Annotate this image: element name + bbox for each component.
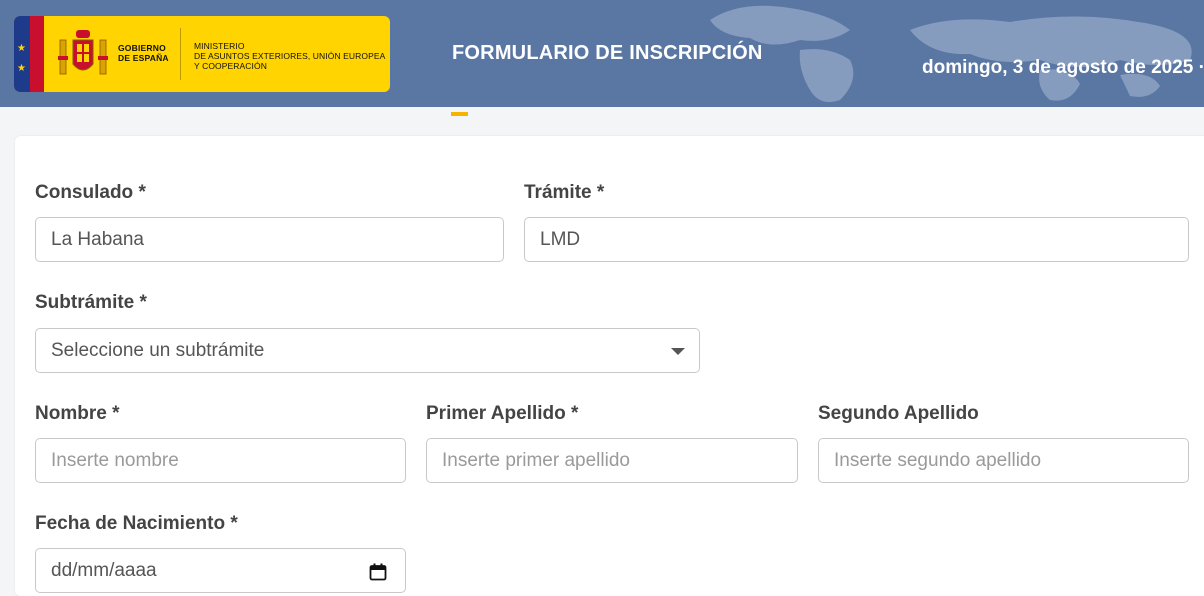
ministerio-line: Y COOPERACIÓN (194, 61, 267, 71)
gobierno-text: GOBIERNO DE ESPAÑA (118, 43, 169, 63)
segundo-apellido-label: Segundo Apellido (818, 403, 979, 424)
segundo-apellido-input[interactable]: Inserte segundo apellido (818, 438, 1189, 483)
coat-of-arms-icon (58, 30, 108, 75)
tramite-field[interactable]: LMD (524, 217, 1189, 262)
logo-divider (180, 28, 181, 80)
registration-form: Consulado * La Habana Trámite * LMD Subt… (15, 136, 1204, 596)
fecha-nacimiento-input[interactable]: dd/mm/aaaa (35, 548, 406, 593)
consulado-field[interactable]: La Habana (35, 217, 504, 262)
subtramite-selected-value: Seleccione un subtrámite (51, 340, 265, 361)
government-logo[interactable]: ★ ★ GOBIERNO DE ESPAÑA MINISTERIO DE ASU… (14, 16, 390, 92)
fecha-nacimiento-placeholder: dd/mm/aaaa (51, 560, 157, 581)
gobierno-line: GOBIERNO (118, 43, 166, 53)
ministerio-line: MINISTERIO (194, 41, 245, 51)
tramite-label: Trámite * (524, 182, 605, 203)
gobierno-line: DE ESPAÑA (118, 53, 169, 63)
nombre-input[interactable]: Inserte nombre (35, 438, 406, 483)
fecha-nacimiento-label: Fecha de Nacimiento * (35, 513, 238, 534)
chevron-down-icon[interactable] (671, 348, 685, 355)
current-date: domingo, 3 de agosto de 2025 · (922, 57, 1204, 78)
star-icon: ★ (17, 43, 26, 54)
primer-apellido-input[interactable]: Inserte primer apellido (426, 438, 798, 483)
subtramite-select[interactable]: Seleccione un subtrámite (35, 328, 700, 373)
star-icon: ★ (17, 63, 26, 74)
spain-flag-stripe (30, 16, 44, 92)
ministerio-line: DE ASUNTOS EXTERIORES, UNIÓN EUROPEA (194, 51, 386, 61)
page-title: FORMULARIO DE INSCRIPCIÓN (452, 42, 763, 64)
calendar-icon[interactable] (369, 563, 387, 581)
eu-flag-stripe: ★ ★ (14, 16, 30, 92)
title-accent-underline (451, 112, 468, 116)
ministerio-text: MINISTERIO DE ASUNTOS EXTERIORES, UNIÓN … (194, 41, 385, 71)
consulado-label: Consulado * (35, 182, 146, 203)
primer-apellido-label: Primer Apellido * (426, 403, 579, 424)
header-bar: ★ ★ GOBIERNO DE ESPAÑA MINISTERIO DE ASU… (0, 0, 1204, 107)
subtramite-label: Subtrámite * (35, 292, 147, 313)
nombre-label: Nombre * (35, 403, 120, 424)
